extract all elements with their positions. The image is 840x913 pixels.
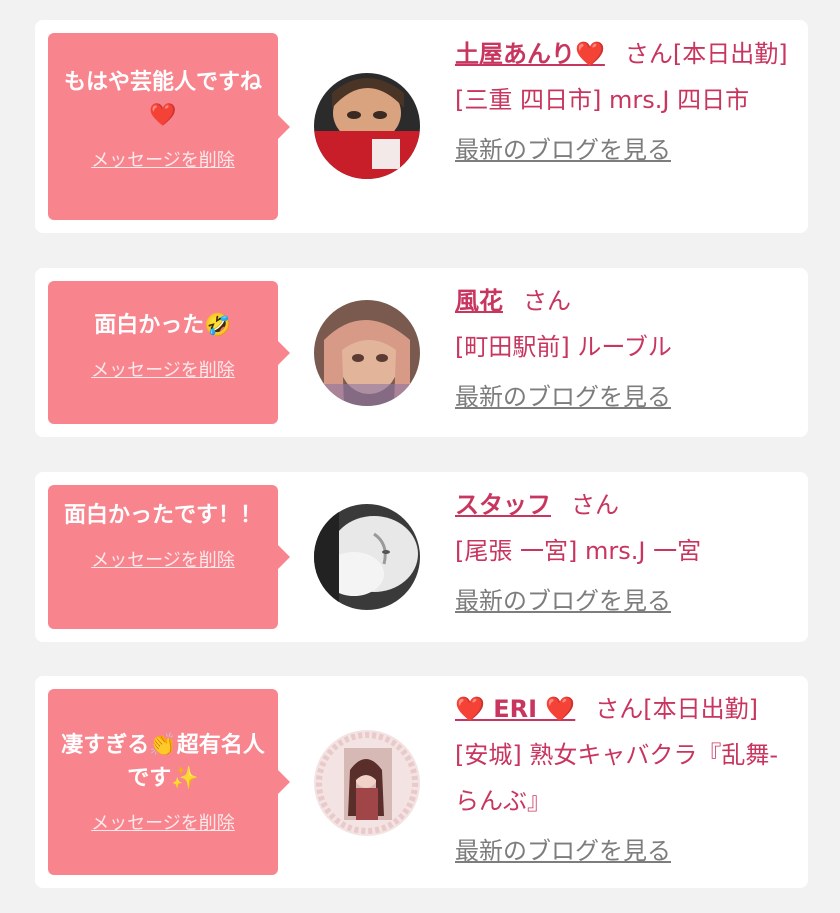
message-bubble: もはや芸能人ですね❤️ メッセージを削除 — [48, 33, 290, 220]
honorific-status: さん[本日出勤] — [624, 40, 788, 68]
avatar[interactable] — [314, 504, 420, 610]
sender-name-link[interactable]: スタッフ — [455, 491, 551, 519]
delete-message-link[interactable]: メッセージを削除 — [60, 356, 266, 382]
honorific-status: さん — [523, 287, 571, 315]
avatar[interactable] — [314, 300, 420, 406]
sender-name-link[interactable]: 土屋あんり❤️ — [455, 40, 605, 68]
sender-info: スタッフ さん [尾張 一宮] mrs.J 一宮 最新のブログを見る — [455, 482, 790, 624]
message-text: 面白かった🤣 — [94, 313, 232, 338]
avatar[interactable] — [314, 730, 420, 836]
shop-info: [安城] 熟女キャバクラ『乱舞-らんぶ』 — [455, 741, 779, 815]
message-card: 凄すぎる👏超有名人です✨ メッセージを削除 ❤️ ERI ❤️ さん[本日出勤] … — [35, 676, 808, 888]
honorific-status: さん — [571, 491, 619, 519]
message-text: もはや芸能人ですね❤️ — [63, 70, 262, 128]
latest-blog-link[interactable]: 最新のブログを見る — [455, 374, 790, 420]
avatar-photo — [314, 504, 420, 610]
delete-message-link[interactable]: メッセージを削除 — [60, 146, 266, 172]
sender-name-link[interactable]: ❤️ ERI ❤️ — [455, 695, 575, 723]
message-list: もはや芸能人ですね❤️ メッセージを削除 土屋あんり❤️ さん[本日出勤] [三重… — [0, 0, 840, 913]
shop-info: [町田駅前] ルーブル — [455, 333, 672, 361]
message-card: 面白かったです！！ メッセージを削除 スタッフ さん [尾張 一宮] mrs.J … — [35, 472, 808, 642]
sender-info: ❤️ ERI ❤️ さん[本日出勤] [安城] 熟女キャバクラ『乱舞-らんぶ』 最… — [455, 686, 790, 874]
latest-blog-link[interactable]: 最新のブログを見る — [455, 127, 790, 173]
message-bubble: 面白かったです！！ メッセージを削除 — [48, 485, 290, 629]
message-bubble: 面白かった🤣 メッセージを削除 — [48, 281, 290, 424]
latest-blog-link[interactable]: 最新のブログを見る — [455, 828, 790, 874]
message-text: 凄すぎる👏超有名人です✨ — [61, 733, 265, 791]
message-bubble: 凄すぎる👏超有名人です✨ メッセージを削除 — [48, 689, 290, 875]
avatar-photo — [314, 300, 420, 406]
sender-info: 土屋あんり❤️ さん[本日出勤] [三重 四日市] mrs.J 四日市 最新のブロ… — [455, 31, 790, 173]
message-text: 面白かったです！！ — [63, 503, 262, 528]
message-card: もはや芸能人ですね❤️ メッセージを削除 土屋あんり❤️ さん[本日出勤] [三重… — [35, 20, 808, 233]
shop-info: [三重 四日市] mrs.J 四日市 — [455, 86, 750, 114]
delete-message-link[interactable]: メッセージを削除 — [60, 809, 266, 835]
shop-info: [尾張 一宮] mrs.J 一宮 — [455, 537, 702, 565]
sender-name-link[interactable]: 風花 — [455, 287, 503, 315]
latest-blog-link[interactable]: 最新のブログを見る — [455, 578, 790, 624]
sender-info: 風花 さん [町田駅前] ルーブル 最新のブログを見る — [455, 278, 790, 420]
honorific-status: さん[本日出勤] — [595, 695, 759, 723]
avatar-photo — [314, 730, 420, 836]
avatar-photo — [314, 73, 420, 179]
avatar[interactable] — [314, 73, 420, 179]
delete-message-link[interactable]: メッセージを削除 — [60, 546, 266, 572]
message-card: 面白かった🤣 メッセージを削除 風花 さん [町田駅前] ルーブル 最新のブログを… — [35, 268, 808, 437]
